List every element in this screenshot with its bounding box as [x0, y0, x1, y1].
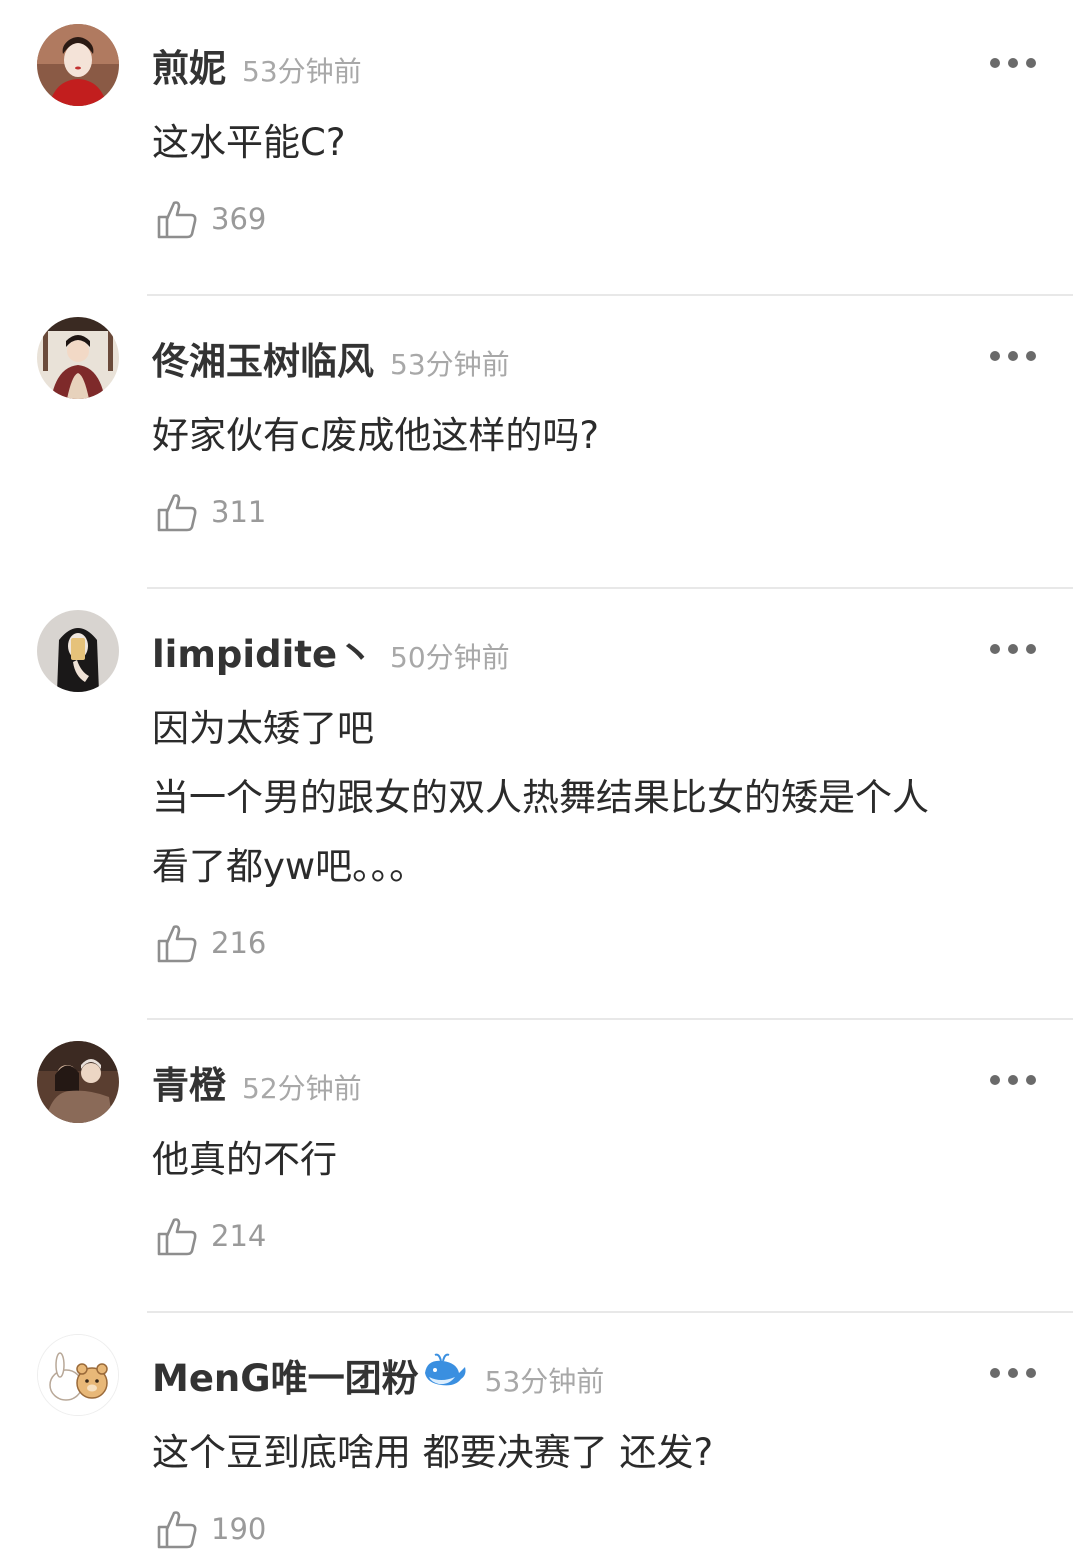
like-button[interactable]: 311 [155, 489, 266, 535]
like-button[interactable]: 369 [155, 196, 266, 242]
comment-line: 这水平能C? [152, 121, 346, 164]
comment-line: 这个豆到底啥用 都要决赛了 还发? [152, 1431, 714, 1474]
comment-header: 佟湘玉树临风 53分钟前 [152, 331, 510, 383]
thumbs-up-icon [157, 1511, 197, 1549]
more-options-icon[interactable] [990, 349, 1036, 363]
couple-photo-avatar [37, 1041, 119, 1123]
more-options-icon[interactable] [990, 1366, 1036, 1380]
comment-text: 这水平能C? [152, 108, 1032, 177]
thumbs-up-icon [157, 201, 197, 239]
cartoon-bear-rabbit-avatar [38, 1335, 118, 1415]
more-options-icon[interactable] [990, 56, 1036, 70]
username[interactable]: 佟湘玉树临风 [152, 331, 374, 385]
divider [147, 587, 1073, 589]
timestamp: 52分钟前 [242, 1072, 362, 1105]
avatar[interactable] [37, 1334, 119, 1416]
comment-line: 看了都yw吧。。。 [152, 845, 427, 888]
comment-text: 他真的不行 [152, 1125, 1032, 1194]
like-count: 311 [211, 495, 267, 529]
woman-red-avatar [37, 24, 119, 106]
divider [147, 1311, 1073, 1313]
mirror-selfie-avatar [37, 610, 119, 692]
avatar[interactable] [37, 610, 119, 692]
timestamp: 53分钟前 [242, 55, 362, 88]
like-count: 214 [211, 1219, 267, 1253]
username[interactable]: 青橙 [152, 1055, 226, 1109]
divider [147, 1018, 1073, 1020]
like-button[interactable]: 190 [155, 1506, 266, 1552]
more-options-icon[interactable] [990, 642, 1036, 656]
avatar[interactable] [37, 1041, 119, 1123]
illustration-avatar [37, 317, 119, 399]
comment-line: 好家伙有c废成他这样的吗? [152, 414, 599, 457]
comment-header: limpidite丶 50分钟前 [152, 624, 510, 676]
comment-line: 因为太矮了吧 [152, 707, 374, 750]
comment-header: MenG唯一团粉 53分钟前 [152, 1348, 605, 1400]
like-count: 369 [211, 202, 267, 236]
comment-line: 当一个男的跟女的双人热舞结果比女的矮是个人 [152, 776, 929, 819]
avatar[interactable] [37, 317, 119, 399]
username[interactable]: MenG唯一团粉 [152, 1348, 419, 1402]
timestamp: 50分钟前 [390, 641, 510, 674]
like-count: 216 [211, 926, 267, 960]
timestamp: 53分钟前 [484, 1365, 605, 1398]
like-button[interactable]: 216 [155, 920, 266, 966]
timestamp: 53分钟前 [390, 348, 510, 381]
comment-header: 青橙 52分钟前 [152, 1055, 362, 1107]
like-button[interactable]: 214 [155, 1213, 266, 1259]
comment-header: 煎妮 53分钟前 [152, 38, 362, 90]
divider [147, 294, 1073, 296]
username[interactable]: limpidite丶 [152, 624, 374, 678]
whale-icon [424, 1353, 466, 1386]
more-options-icon[interactable] [990, 1073, 1036, 1087]
avatar[interactable] [37, 24, 119, 106]
comment-text: 好家伙有c废成他这样的吗? [152, 401, 1032, 470]
thumbs-up-icon [157, 494, 197, 532]
comment-line: 他真的不行 [152, 1138, 337, 1181]
thumbs-up-icon [157, 1218, 197, 1256]
username[interactable]: 煎妮 [152, 38, 226, 92]
like-count: 190 [211, 1512, 267, 1546]
thumbs-up-icon [157, 925, 197, 963]
comment-text: 这个豆到底啥用 都要决赛了 还发? [152, 1418, 1032, 1487]
comment-text: 因为太矮了吧 当一个男的跟女的双人热舞结果比女的矮是个人 看了都yw吧。。。 [152, 694, 1032, 901]
